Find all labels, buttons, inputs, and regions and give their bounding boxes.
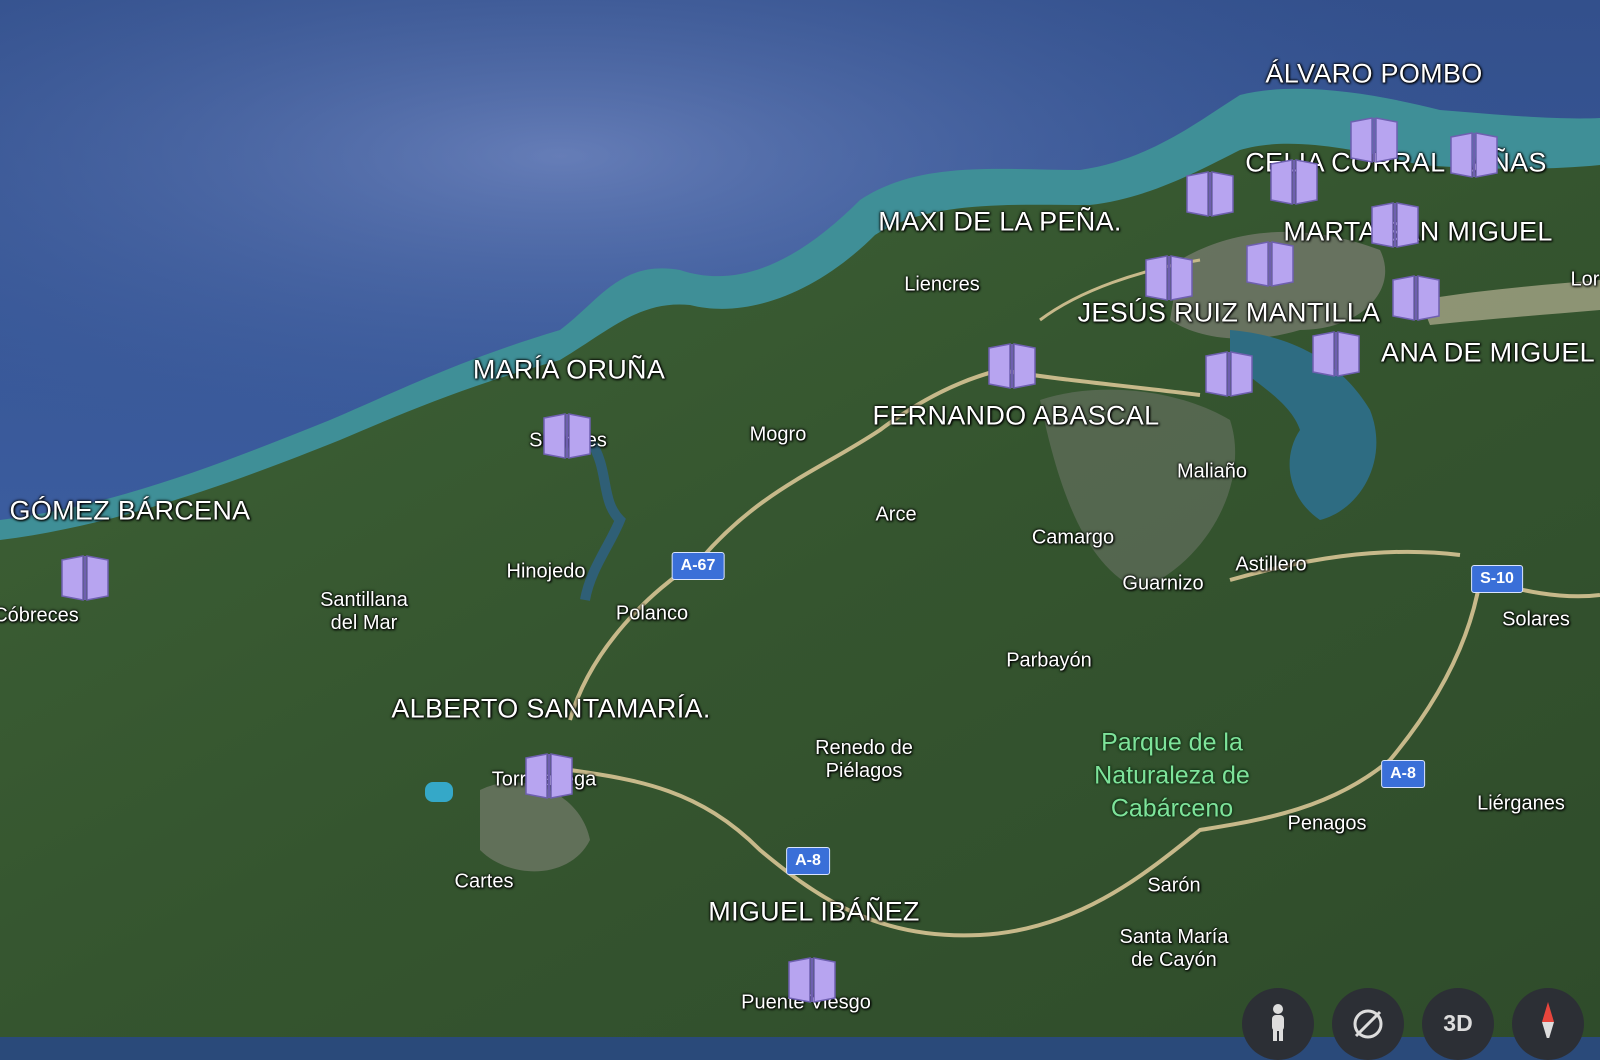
- open-book-icon[interactable]: [1143, 252, 1195, 304]
- open-book-icon[interactable]: [1268, 156, 1320, 208]
- town-label-cobreces: Cóbreces: [0, 604, 79, 627]
- author-label-ana-de-miguel[interactable]: ANA DE MIGUEL: [1381, 338, 1595, 369]
- author-label-alberto-santamaria[interactable]: ALBERTO SANTAMARÍA.: [391, 694, 710, 725]
- open-book-icon[interactable]: [1184, 168, 1236, 220]
- open-book-icon[interactable]: [523, 750, 575, 802]
- no-tilt-icon: [1353, 1009, 1383, 1039]
- 3d-label: 3D: [1443, 1010, 1473, 1036]
- town-label-santillana: Santillana del Mar: [320, 589, 408, 634]
- author-label-fernando-abascal[interactable]: FERNANDO ABASCAL: [873, 401, 1160, 432]
- town-label-arce: Arce: [875, 503, 917, 526]
- town-label-renedo: Renedo de Piélagos: [815, 737, 913, 782]
- open-book-icon[interactable]: [59, 552, 111, 604]
- road-badge-s10: S-10: [1471, 565, 1523, 593]
- author-label-miguel-ibanez[interactable]: MIGUEL IBÁÑEZ: [708, 897, 919, 928]
- author-label-gomez-barcena[interactable]: GÓMEZ BÁRCENA: [10, 496, 251, 527]
- road-badge-a8-east: A-8: [1381, 760, 1425, 788]
- town-label-mogro: Mogro: [749, 423, 807, 446]
- open-book-icon[interactable]: [1369, 199, 1421, 251]
- author-label-maria-oruna[interactable]: MARÍA ORUÑA: [473, 355, 665, 386]
- open-book-icon[interactable]: [1348, 114, 1400, 166]
- tilt-toggle-button[interactable]: [1332, 988, 1404, 1060]
- compass-button[interactable]: [1512, 988, 1584, 1060]
- open-book-icon[interactable]: [1203, 348, 1255, 400]
- park-label-cabarceno: Parque de la Naturaleza de Cabárceno: [1094, 728, 1250, 823]
- compass-icon: [1542, 1002, 1554, 1038]
- town-label-cartes: Cartes: [454, 870, 514, 893]
- town-label-hinojedo: Hinojedo: [506, 560, 586, 583]
- town-label-maliano: Maliaño: [1176, 460, 1248, 483]
- open-book-icon[interactable]: [1244, 238, 1296, 290]
- street-view-pegman-button[interactable]: [1242, 988, 1314, 1060]
- open-book-icon[interactable]: [541, 410, 593, 462]
- town-label-solares: Solares: [1502, 608, 1570, 631]
- road-badge-a67: A-67: [671, 552, 725, 580]
- author-label-jesus-ruiz-mantilla[interactable]: JESÚS RUIZ MANTILLA: [1078, 298, 1381, 329]
- open-book-icon[interactable]: [986, 340, 1038, 392]
- town-label-polanco: Polanco: [615, 602, 689, 625]
- author-label-alvaro-pombo[interactable]: ÁLVARO POMBO: [1265, 59, 1482, 90]
- open-book-icon[interactable]: [1390, 272, 1442, 324]
- open-book-icon[interactable]: [786, 954, 838, 1006]
- open-book-icon[interactable]: [1310, 328, 1362, 380]
- open-book-icon[interactable]: [1448, 129, 1500, 181]
- town-label-guarnizo: Guarnizo: [1122, 572, 1204, 595]
- author-label-maxi-de-la-pena[interactable]: MAXI DE LA PEÑA.: [878, 207, 1121, 238]
- pegman-icon: [1272, 1004, 1284, 1041]
- town-label-camargo: Camargo: [1031, 526, 1115, 549]
- road-badge-a8-south: A-8: [786, 847, 830, 875]
- town-label-loredo: Lor: [1570, 268, 1600, 291]
- town-label-penagos: Penagos: [1287, 812, 1367, 835]
- town-label-parbayon: Parbayón: [1006, 649, 1092, 672]
- 3d-toggle-button[interactable]: 3D: [1422, 988, 1494, 1060]
- town-label-astillero: Astillero: [1235, 553, 1307, 576]
- town-label-saron: Sarón: [1147, 874, 1201, 897]
- town-label-liencres: Liencres: [904, 273, 980, 296]
- town-label-lierganes: Liérganes: [1477, 792, 1565, 815]
- town-label-santa-maria-de-cayon: Santa María de Cayón: [1119, 926, 1229, 971]
